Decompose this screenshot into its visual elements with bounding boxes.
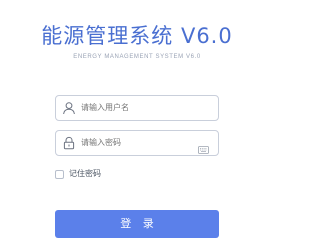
- username-field[interactable]: [55, 95, 219, 121]
- user-icon: [62, 101, 76, 115]
- password-field[interactable]: [55, 130, 219, 156]
- login-button[interactable]: 登 录: [55, 210, 219, 238]
- remember-label: 记住密码: [69, 169, 101, 178]
- lock-icon: [62, 136, 76, 150]
- app-title: 能源管理系统 V6.0: [41, 24, 233, 48]
- keyboard-icon[interactable]: [198, 139, 209, 154]
- username-input[interactable]: [81, 96, 192, 120]
- remember-password[interactable]: 记住密码: [55, 168, 101, 180]
- remember-checkbox[interactable]: [55, 169, 64, 179]
- app-subtitle: ENERGY MANAGEMENT SYSTEM V6.0: [73, 54, 201, 60]
- login-page: 能源管理系统 V6.0 ENERGY MANAGEMENT SYSTEM V6.…: [0, 0, 274, 247]
- password-input[interactable]: [81, 131, 192, 155]
